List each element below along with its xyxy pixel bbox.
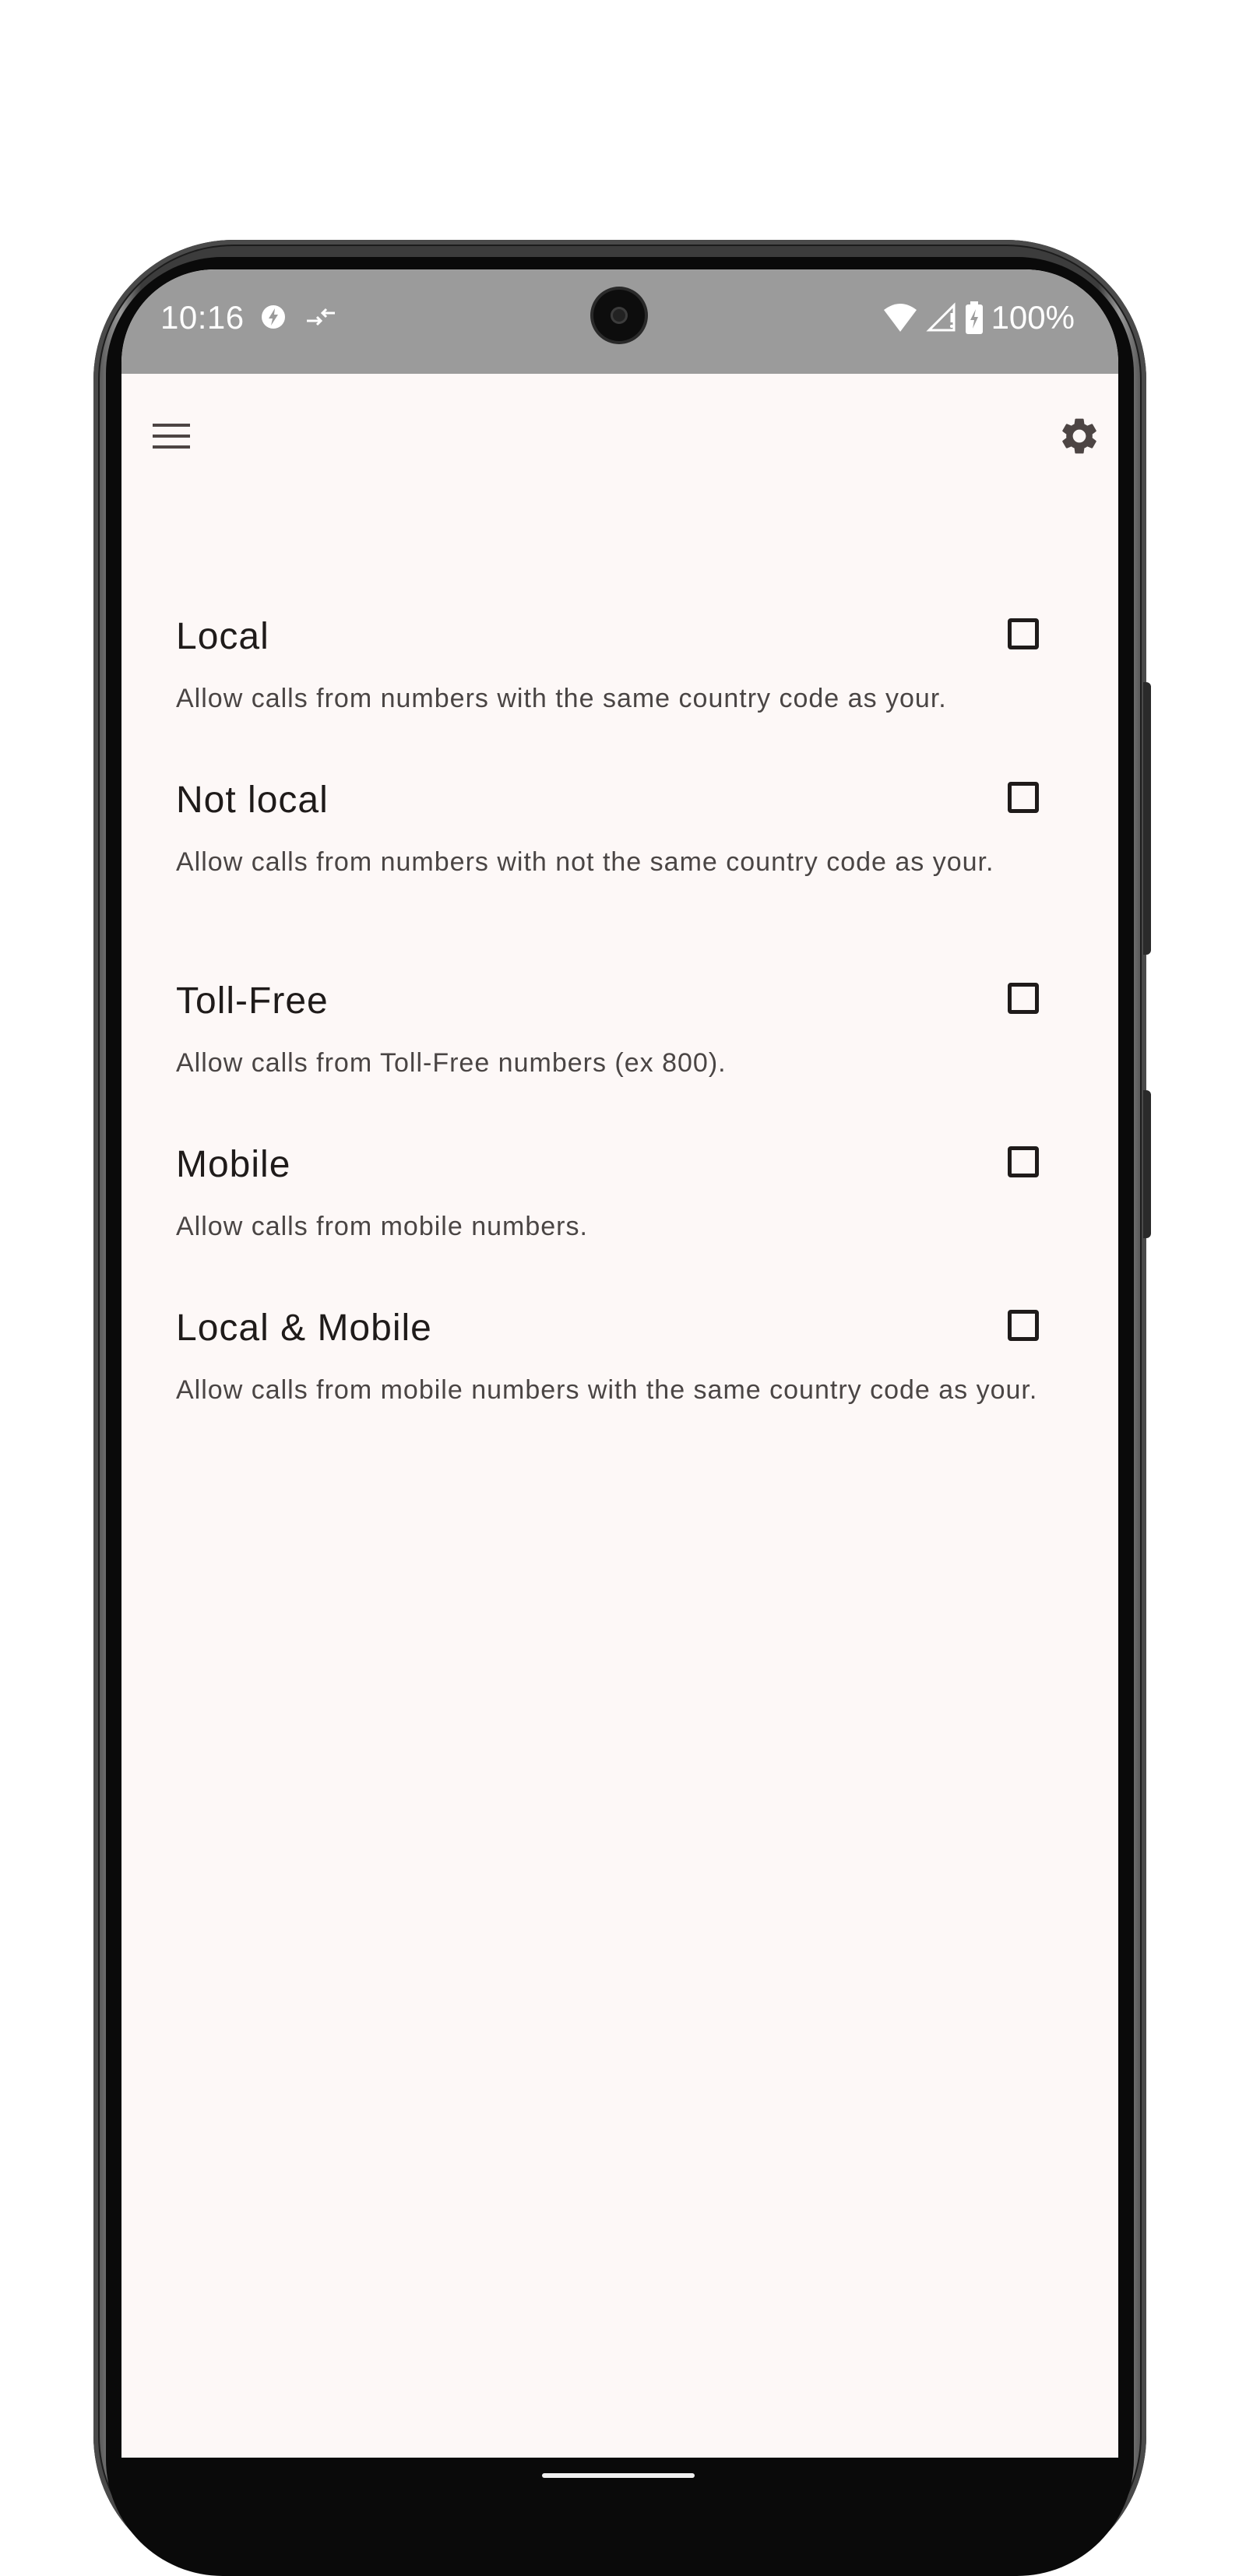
setting-description: Allow calls from numbers with the same c… (176, 684, 947, 713)
menu-button[interactable] (140, 405, 202, 467)
mobile-checkbox[interactable] (1008, 1146, 1039, 1177)
power-button (1143, 1090, 1151, 1238)
setting-local-and-mobile[interactable]: Local & Mobile Allow calls from mobile n… (176, 1288, 1072, 1489)
status-bar: 10:16 100% (121, 269, 1118, 374)
setting-toll-free[interactable]: Toll-Free Allow calls from Toll-Free num… (176, 961, 1072, 1124)
gear-icon (1062, 418, 1096, 454)
status-right-group: 100% (882, 299, 1075, 336)
setting-title: Local (176, 616, 269, 657)
setting-local[interactable]: Local Allow calls from numbers with the … (176, 596, 1072, 760)
settings-list: Local Allow calls from numbers with the … (176, 596, 1072, 1489)
app-bar (121, 374, 1118, 491)
status-time: 10:16 (160, 299, 245, 336)
data-transfer-icon (307, 308, 335, 326)
setting-description: Allow calls from mobile numbers. (176, 1212, 588, 1241)
local-and-mobile-checkbox[interactable] (1008, 1310, 1039, 1341)
setting-description: Allow calls from Toll-Free numbers (ex 8… (176, 1048, 727, 1078)
home-gesture-handle[interactable] (542, 2473, 695, 2478)
screen: 10:16 100% Local Allow calls from number… (121, 269, 1118, 2492)
setting-title: Toll-Free (176, 980, 329, 1022)
setting-title: Not local (176, 779, 329, 821)
setting-title: Local & Mobile (176, 1307, 432, 1349)
settings-button[interactable] (1048, 405, 1110, 467)
front-camera (593, 290, 645, 341)
navigation-bar (121, 2458, 1118, 2492)
wifi-icon (883, 304, 917, 332)
setting-description: Allow calls from numbers with not the sa… (176, 847, 994, 877)
setting-description: Allow calls from mobile numbers with the… (176, 1375, 1038, 1405)
signal-icon (925, 302, 956, 332)
data-saver-icon (262, 305, 285, 329)
volume-button (1143, 682, 1151, 955)
local-checkbox[interactable] (1008, 618, 1039, 649)
battery-percentage: 100% (991, 299, 1075, 336)
not-local-checkbox[interactable] (1008, 782, 1039, 813)
setting-not-local[interactable]: Not local Allow calls from numbers with … (176, 760, 1072, 961)
setting-mobile[interactable]: Mobile Allow calls from mobile numbers. (176, 1124, 1072, 1288)
setting-title: Mobile (176, 1144, 291, 1185)
hamburger-menu-icon (153, 424, 190, 449)
toll-free-checkbox[interactable] (1008, 983, 1039, 1014)
battery-charging-icon (965, 301, 983, 334)
